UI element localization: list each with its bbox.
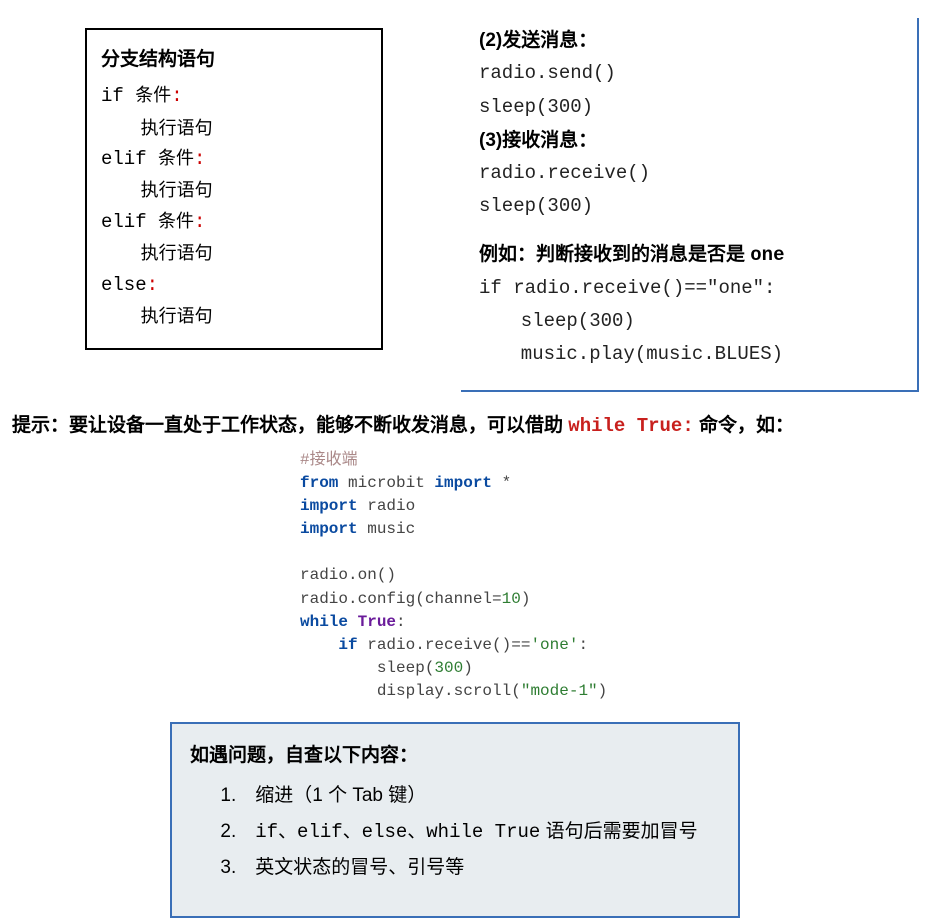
troubleshoot-title: 如遇问题，自查以下内容：: [190, 738, 720, 774]
branch-line: 执行语句: [141, 301, 361, 332]
branch-line: 执行语句: [141, 113, 361, 144]
example-title: 例如：判断接收到的消息是否是 one: [479, 238, 889, 272]
branch-line: elif 条件:: [101, 206, 361, 238]
code-line: if radio.receive()=="one":: [479, 272, 889, 305]
code-line: sleep(300): [521, 305, 889, 338]
branch-structure-box: 分支结构语句 if 条件: 执行语句 elif 条件: 执行语句 elif 条件…: [85, 28, 383, 350]
section-3-title: (3)接收消息：: [479, 124, 889, 157]
hint-text: 命令，如：: [694, 415, 794, 436]
troubleshoot-item: 1. 缩进（1 个 Tab 键）: [220, 778, 720, 814]
code-line: radio.send(): [479, 57, 889, 90]
hint-row: 提示：要让设备一直处于工作状态，能够不断收发消息，可以借助 while True…: [12, 410, 945, 437]
radio-reference-box: (2)发送消息： radio.send() sleep(300) (3)接收消息…: [461, 18, 919, 392]
hint-code: while True:: [568, 415, 693, 437]
branch-line: elif 条件:: [101, 143, 361, 175]
branch-box-title: 分支结构语句: [101, 44, 361, 76]
hint-text: 要让设备一直处于工作状态，能够不断收发消息，可以借助: [69, 415, 568, 436]
troubleshoot-box: 如遇问题，自查以下内容： 1. 缩进（1 个 Tab 键） 2. if、elif…: [170, 722, 740, 918]
troubleshoot-item: 3. 英文状态的冒号、引号等: [220, 850, 720, 886]
code-line: sleep(300): [479, 91, 889, 124]
code-sample-block: #接收端 from microbit import * import radio…: [300, 449, 945, 704]
hint-label: 提示：: [12, 415, 69, 436]
section-2-title: (2)发送消息：: [479, 24, 889, 57]
code-line: music.play(music.BLUES): [521, 338, 889, 371]
branch-line: 执行语句: [141, 175, 361, 206]
code-line: radio.receive(): [479, 157, 889, 190]
branch-line: 执行语句: [141, 238, 361, 269]
branch-line: else:: [101, 269, 361, 301]
branch-line: if 条件:: [101, 80, 361, 112]
code-line: sleep(300): [479, 190, 889, 223]
top-row: 分支结构语句 if 条件: 执行语句 elif 条件: 执行语句 elif 条件…: [0, 0, 945, 392]
